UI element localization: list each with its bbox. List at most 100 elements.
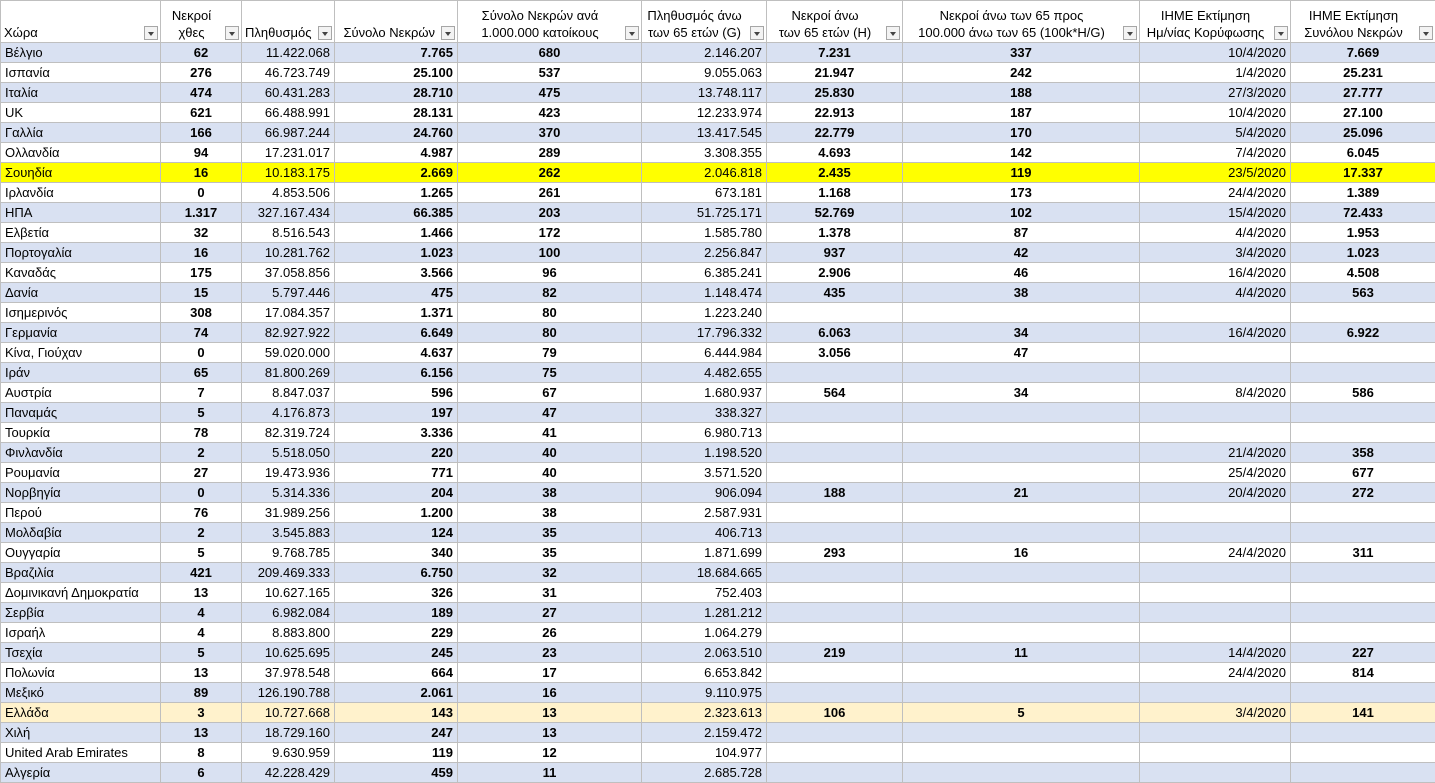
cell-population-65[interactable]: 4.482.655 — [642, 363, 767, 383]
cell-population[interactable]: 10.183.175 — [242, 163, 335, 183]
cell-deaths-65-per-100k[interactable]: 119 — [903, 163, 1140, 183]
cell-deaths-per-million[interactable]: 203 — [458, 203, 642, 223]
cell-deaths-per-million[interactable]: 262 — [458, 163, 642, 183]
cell-deaths-65-per-100k[interactable]: 34 — [903, 383, 1140, 403]
cell-country[interactable]: Σερβία — [1, 603, 161, 623]
cell-population[interactable]: 327.167.434 — [242, 203, 335, 223]
cell-population[interactable]: 37.058.856 — [242, 263, 335, 283]
cell-ihme-total-deaths[interactable]: 17.337 — [1291, 163, 1435, 183]
cell-ihme-total-deaths[interactable]: 27.777 — [1291, 83, 1435, 103]
cell-country[interactable]: Σουηδία — [1, 163, 161, 183]
cell-total-deaths[interactable]: 119 — [335, 743, 458, 763]
cell-population-65[interactable]: 9.110.975 — [642, 683, 767, 703]
cell-ihme-peak-date[interactable]: 7/4/2020 — [1140, 143, 1291, 163]
cell-total-deaths[interactable]: 143 — [335, 703, 458, 723]
cell-deaths-65-per-100k[interactable]: 47 — [903, 343, 1140, 363]
cell-total-deaths[interactable]: 4.637 — [335, 343, 458, 363]
cell-deaths-65-per-100k[interactable]: 142 — [903, 143, 1140, 163]
cell-deaths-65-per-100k[interactable] — [903, 663, 1140, 683]
cell-country[interactable]: Νορβηγία — [1, 483, 161, 503]
cell-deaths-yesterday[interactable]: 4 — [161, 623, 242, 643]
cell-country[interactable]: Ισημερινός — [1, 303, 161, 323]
cell-ihme-peak-date[interactable]: 1/4/2020 — [1140, 63, 1291, 83]
cell-deaths-per-million[interactable]: 38 — [458, 503, 642, 523]
cell-total-deaths[interactable]: 66.385 — [335, 203, 458, 223]
cell-deaths-yesterday[interactable]: 6 — [161, 763, 242, 783]
cell-population-65[interactable]: 6.385.241 — [642, 263, 767, 283]
cell-population[interactable]: 6.982.084 — [242, 603, 335, 623]
cell-deaths-65[interactable] — [767, 763, 903, 783]
cell-deaths-per-million[interactable]: 80 — [458, 303, 642, 323]
cell-deaths-65-per-100k[interactable] — [903, 403, 1140, 423]
cell-population[interactable]: 42.228.429 — [242, 763, 335, 783]
cell-deaths-yesterday[interactable]: 175 — [161, 263, 242, 283]
cell-deaths-65-per-100k[interactable] — [903, 463, 1140, 483]
cell-population[interactable]: 17.084.357 — [242, 303, 335, 323]
cell-deaths-yesterday[interactable]: 0 — [161, 183, 242, 203]
cell-ihme-peak-date[interactable] — [1140, 683, 1291, 703]
cell-deaths-per-million[interactable]: 40 — [458, 443, 642, 463]
cell-deaths-per-million[interactable]: 23 — [458, 643, 642, 663]
cell-population[interactable]: 8.883.800 — [242, 623, 335, 643]
cell-ihme-total-deaths[interactable]: 27.100 — [1291, 103, 1435, 123]
cell-country[interactable]: Τσεχία — [1, 643, 161, 663]
cell-ihme-total-deaths[interactable]: 4.508 — [1291, 263, 1435, 283]
cell-population-65[interactable]: 2.063.510 — [642, 643, 767, 663]
cell-deaths-yesterday[interactable]: 15 — [161, 283, 242, 303]
cell-deaths-65[interactable] — [767, 503, 903, 523]
cell-ihme-total-deaths[interactable] — [1291, 603, 1435, 623]
cell-total-deaths[interactable]: 6.156 — [335, 363, 458, 383]
cell-deaths-65[interactable]: 2.906 — [767, 263, 903, 283]
cell-country[interactable]: Ρουμανία — [1, 463, 161, 483]
cell-population-65[interactable]: 406.713 — [642, 523, 767, 543]
cell-deaths-65[interactable]: 564 — [767, 383, 903, 403]
cell-population-65[interactable]: 9.055.063 — [642, 63, 767, 83]
cell-population-65[interactable]: 12.233.974 — [642, 103, 767, 123]
cell-total-deaths[interactable]: 3.566 — [335, 263, 458, 283]
cell-ihme-total-deaths[interactable]: 141 — [1291, 703, 1435, 723]
cell-total-deaths[interactable]: 340 — [335, 543, 458, 563]
cell-deaths-65[interactable] — [767, 443, 903, 463]
cell-country[interactable]: Ελβετία — [1, 223, 161, 243]
cell-deaths-yesterday[interactable]: 27 — [161, 463, 242, 483]
cell-total-deaths[interactable]: 204 — [335, 483, 458, 503]
cell-deaths-per-million[interactable]: 47 — [458, 403, 642, 423]
cell-deaths-65-per-100k[interactable] — [903, 443, 1140, 463]
cell-country[interactable]: Ιταλία — [1, 83, 161, 103]
cell-deaths-yesterday[interactable]: 0 — [161, 343, 242, 363]
cell-deaths-65[interactable] — [767, 563, 903, 583]
cell-deaths-yesterday[interactable]: 32 — [161, 223, 242, 243]
cell-total-deaths[interactable]: 229 — [335, 623, 458, 643]
cell-deaths-65-per-100k[interactable] — [903, 563, 1140, 583]
cell-total-deaths[interactable]: 6.750 — [335, 563, 458, 583]
cell-total-deaths[interactable]: 1.466 — [335, 223, 458, 243]
cell-ihme-total-deaths[interactable]: 1.953 — [1291, 223, 1435, 243]
cell-ihme-total-deaths[interactable] — [1291, 743, 1435, 763]
cell-deaths-65-per-100k[interactable] — [903, 303, 1140, 323]
filter-dropdown-icon[interactable] — [225, 26, 239, 40]
cell-ihme-total-deaths[interactable] — [1291, 583, 1435, 603]
cell-population[interactable]: 31.989.256 — [242, 503, 335, 523]
cell-ihme-peak-date[interactable] — [1140, 423, 1291, 443]
cell-ihme-peak-date[interactable]: 14/4/2020 — [1140, 643, 1291, 663]
cell-deaths-per-million[interactable]: 40 — [458, 463, 642, 483]
cell-country[interactable]: Αυστρία — [1, 383, 161, 403]
cell-total-deaths[interactable]: 3.336 — [335, 423, 458, 443]
cell-population[interactable]: 10.625.695 — [242, 643, 335, 663]
cell-total-deaths[interactable]: 459 — [335, 763, 458, 783]
cell-deaths-65-per-100k[interactable]: 16 — [903, 543, 1140, 563]
cell-population[interactable]: 5.797.446 — [242, 283, 335, 303]
cell-deaths-per-million[interactable]: 32 — [458, 563, 642, 583]
cell-ihme-total-deaths[interactable] — [1291, 403, 1435, 423]
cell-total-deaths[interactable]: 220 — [335, 443, 458, 463]
cell-ihme-total-deaths[interactable] — [1291, 623, 1435, 643]
cell-population[interactable]: 18.729.160 — [242, 723, 335, 743]
cell-deaths-65[interactable]: 22.913 — [767, 103, 903, 123]
cell-deaths-65[interactable] — [767, 683, 903, 703]
cell-country[interactable]: UK — [1, 103, 161, 123]
cell-deaths-65[interactable]: 1.168 — [767, 183, 903, 203]
cell-deaths-65[interactable]: 52.769 — [767, 203, 903, 223]
cell-deaths-65-per-100k[interactable]: 188 — [903, 83, 1140, 103]
cell-total-deaths[interactable]: 2.061 — [335, 683, 458, 703]
cell-population[interactable]: 9.768.785 — [242, 543, 335, 563]
